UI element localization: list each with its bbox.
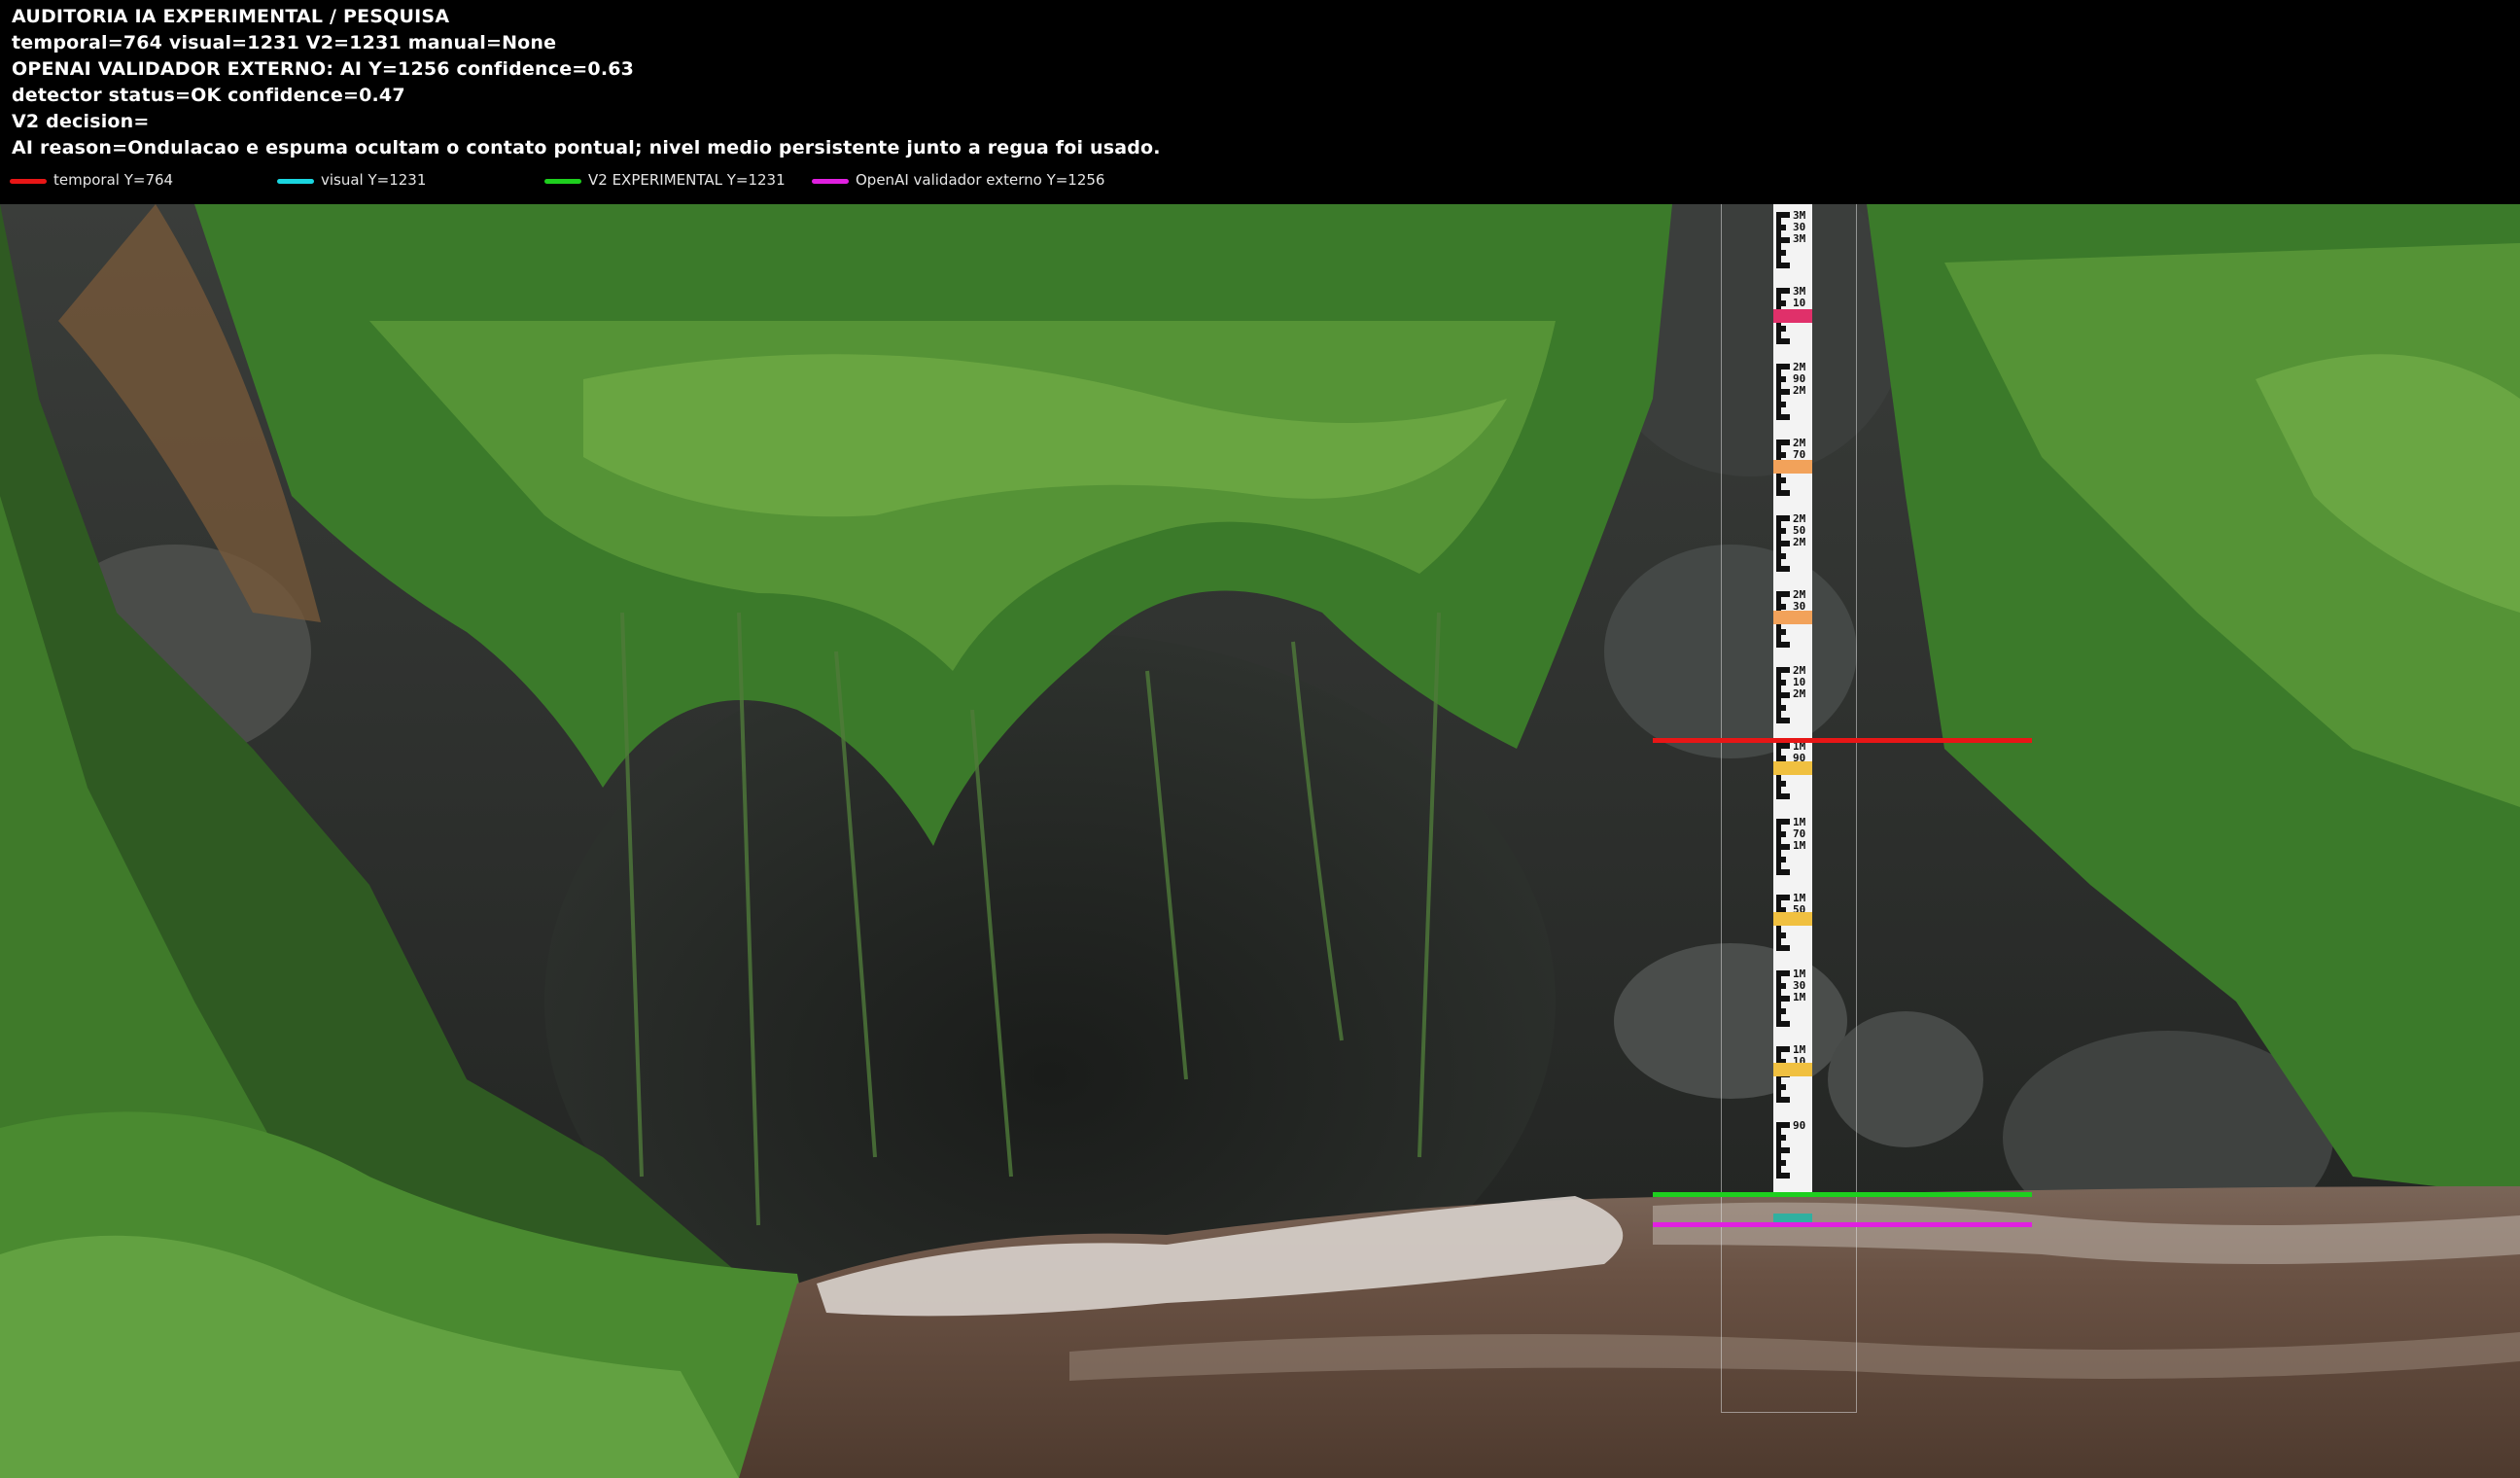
legend-swatch-v2 — [544, 179, 581, 184]
gauge-e-mark — [1776, 819, 1790, 875]
gauge-color-band — [1773, 460, 1812, 474]
gauge-color-band — [1773, 912, 1812, 926]
gauge-segment: 1M 70 1M — [1773, 811, 1812, 887]
audit-header: AUDITORIA IA EXPERIMENTAL / PESQUISA tem… — [0, 0, 2520, 204]
legend-label-temporal: temporal Y=764 — [53, 171, 174, 189]
gauge-e-mark — [1776, 364, 1790, 420]
legend-label-openai: OpenAI validador externo Y=1256 — [856, 171, 1105, 189]
header-detector-status: detector status=OK confidence=0.47 — [12, 85, 405, 106]
gauge-e-mark — [1776, 970, 1790, 1027]
gauge-segment: 1M 10 1M — [1773, 1038, 1812, 1114]
header-readings: temporal=764 visual=1231 V2=1231 manual=… — [12, 32, 557, 53]
camera-frame: 3M 30 3M3M 10 3M2M 90 2M2M 70 2M2M 50 2M… — [0, 204, 2520, 1478]
gauge-label: 3M 30 3M — [1793, 209, 1806, 245]
header-title: AUDITORIA IA EXPERIMENTAL / PESQUISA — [12, 6, 450, 27]
gauge-segment: 2M 90 2M — [1773, 356, 1812, 432]
river-scene-image — [0, 204, 2520, 1478]
gauge-segment: 90 — [1773, 1114, 1812, 1190]
header-v2-decision: V2 decision= — [12, 111, 150, 132]
legend-label-visual: visual Y=1231 — [321, 171, 427, 189]
gauge-segment: 1M 30 1M — [1773, 963, 1812, 1038]
gauge-label: 90 — [1793, 1119, 1806, 1132]
gauge-label: 1M 30 1M — [1793, 968, 1806, 1003]
v2-level-line — [1653, 1192, 2032, 1197]
gauge-label: 1M 70 1M — [1793, 816, 1806, 852]
gauge-segment: 2M 10 2M — [1773, 659, 1812, 735]
gauge-e-mark — [1776, 515, 1790, 572]
gauge-label: 2M 50 2M — [1793, 512, 1806, 548]
legend-swatch-openai — [812, 179, 849, 184]
temporal-level-line — [1653, 738, 2032, 743]
staff-gauge: 3M 30 3M3M 10 3M2M 90 2M2M 70 2M2M 50 2M… — [1773, 204, 1812, 1227]
gauge-e-mark — [1776, 667, 1790, 723]
gauge-color-band — [1773, 611, 1812, 624]
legend-label-v2: V2 EXPERIMENTAL Y=1231 — [588, 171, 786, 189]
legend-swatch-visual — [277, 179, 314, 184]
gauge-label: 2M 90 2M — [1793, 361, 1806, 397]
gauge-segment: 2M 50 2M — [1773, 508, 1812, 583]
gauge-color-band — [1773, 761, 1812, 775]
header-openai-validator: OPENAI VALIDADOR EXTERNO: AI Y=1256 conf… — [12, 58, 635, 80]
openai-level-line — [1653, 1222, 2032, 1227]
gauge-e-mark — [1776, 212, 1790, 268]
header-ai-reason: AI reason=Ondulacao e espuma ocultam o c… — [12, 137, 1161, 158]
gauge-color-band — [1773, 1063, 1812, 1076]
gauge-label: 2M 10 2M — [1793, 664, 1806, 700]
gauge-segment: 3M 30 3M — [1773, 204, 1812, 280]
gauge-color-band — [1773, 309, 1812, 323]
legend-swatch-temporal — [10, 179, 47, 184]
gauge-e-mark — [1776, 1122, 1790, 1179]
